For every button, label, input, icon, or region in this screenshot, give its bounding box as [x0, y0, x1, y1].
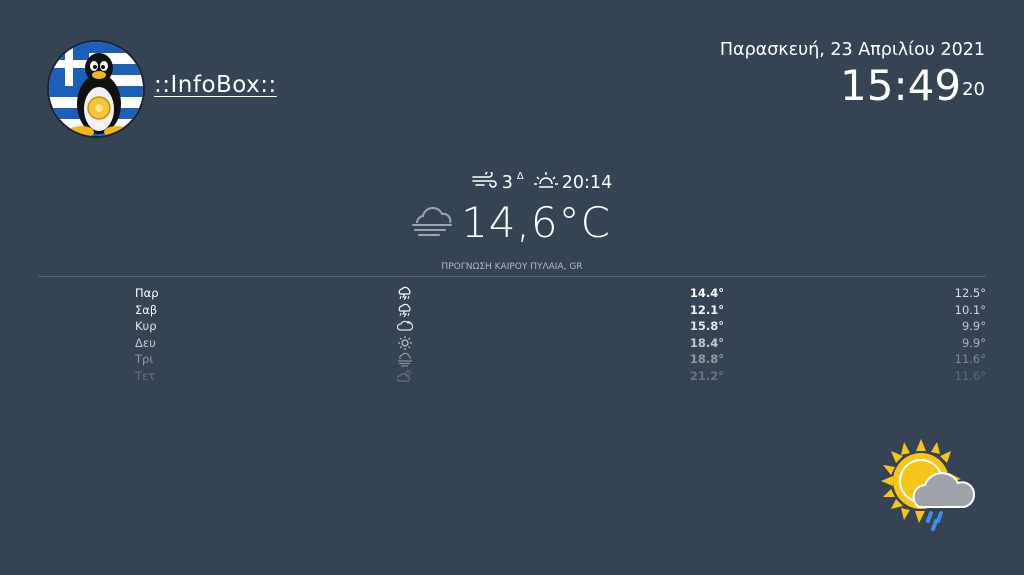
- forecast-row: Τετ 21.2° 11.6°: [38, 368, 986, 386]
- forecast-day: Τρι: [135, 352, 154, 366]
- sunset-time: 20:14: [561, 172, 613, 193]
- forecast-max-temp: 18.8°: [689, 352, 724, 366]
- brand-link[interactable]: ::InfoBox::: [154, 72, 277, 98]
- avatar: [47, 40, 145, 138]
- forecast-min-temp: 10.1°: [954, 302, 986, 317]
- forecast-table: Παρ 14.4° 12.5° Σαβ 12.1° 10.1° Κυρ 15.8…: [38, 286, 986, 385]
- time-hours-minutes: 15:49: [840, 61, 962, 110]
- sunset-icon: [533, 171, 558, 194]
- forecast-row: Παρ 14.4° 12.5°: [38, 286, 986, 303]
- forecast-min-temp: 11.6°: [954, 368, 986, 383]
- wind-icon: [471, 170, 498, 193]
- cloudy-icon: [397, 318, 413, 334]
- forecast-row: Δευ 18.4° 9.9°: [38, 335, 986, 353]
- forecast-min-temp: 9.9°: [961, 335, 986, 350]
- forecast-header: ΠΡΟΓΝΩΣΗ ΚΑΙΡΟΥ ΠΥΛΑΙΑ, GR: [38, 262, 986, 277]
- forecast-row: Τρι 18.8° 11.6°: [38, 352, 986, 369]
- forecast-max-temp: 14.4°: [689, 286, 724, 300]
- forecast-max-temp: 21.2°: [689, 368, 724, 383]
- forecast-day: Σαβ: [135, 302, 158, 317]
- sun-icon: [397, 335, 413, 351]
- fog-cloud-icon: [397, 351, 413, 367]
- datetime: Παρασκευή, 23 Απριλίου 2021 15:4920: [720, 38, 985, 110]
- forecast-day: Κυρ: [135, 319, 157, 333]
- current-temperature: 14,6°C: [461, 198, 611, 247]
- partly-cloudy-icon: [397, 368, 413, 384]
- forecast-max-temp: 18.4°: [689, 335, 724, 350]
- forecast-day: Τετ: [135, 368, 156, 383]
- forecast-day: Δευ: [135, 335, 156, 350]
- forecast-min-temp: 11.6°: [954, 352, 986, 366]
- forecast-min-temp: 12.5°: [954, 286, 986, 300]
- current-weather: 3Δ 20:14 14,6°C: [0, 170, 1024, 247]
- forecast-row: Σαβ 12.1° 10.1°: [38, 303, 986, 320]
- fog-cloud-icon: [409, 203, 455, 243]
- forecast-min-temp: 9.9°: [961, 319, 986, 333]
- current-date: Παρασκευή, 23 Απριλίου 2021: [719, 40, 985, 60]
- time-seconds: 20: [962, 79, 985, 100]
- tux-greek-flag-logo: [49, 42, 143, 136]
- current-time: 15:4920: [720, 62, 985, 110]
- forecast-row: Κυρ 15.8° 9.9°: [38, 319, 986, 336]
- forecast-max-temp: 15.8°: [689, 319, 724, 333]
- wind-direction: Δ: [516, 171, 524, 182]
- forecast-day: Παρ: [135, 286, 159, 300]
- wind-speed: 3: [501, 172, 513, 193]
- thunderstorm-icon: [397, 285, 413, 301]
- thunderstorm-icon: [397, 302, 413, 318]
- forecast-max-temp: 12.1°: [689, 302, 724, 317]
- sun-cloud-rain-icon: [879, 437, 979, 537]
